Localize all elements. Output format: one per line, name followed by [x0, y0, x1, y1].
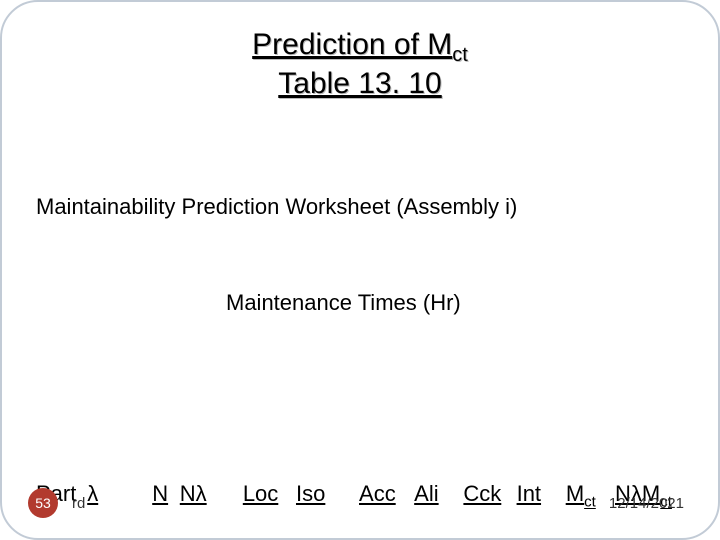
footer: 53 rd 12/14/2021	[2, 488, 718, 518]
heading2: Maintenance Times (Hr)	[36, 287, 684, 319]
slide-frame: Prediction of Mct Table 13. 10 Maintaina…	[0, 0, 720, 540]
body: Maintainability Prediction Worksheet (As…	[36, 128, 684, 540]
title-line1-a: Prediction of M	[252, 28, 452, 61]
title-line1-sub: ct	[452, 44, 468, 66]
heading1: Maintainability Prediction Worksheet (As…	[36, 191, 684, 223]
slide-date: 12/14/2021	[609, 495, 684, 512]
data-table: Part λ N Nλ Loc Iso Acc Ali Cck Int Mct …	[36, 415, 684, 540]
slide-title: Prediction of Mct Table 13. 10	[36, 28, 684, 102]
title-line2: Table 13. 10	[278, 67, 441, 100]
page-number-badge: 53	[28, 488, 58, 518]
author-initials: rd	[72, 495, 85, 512]
